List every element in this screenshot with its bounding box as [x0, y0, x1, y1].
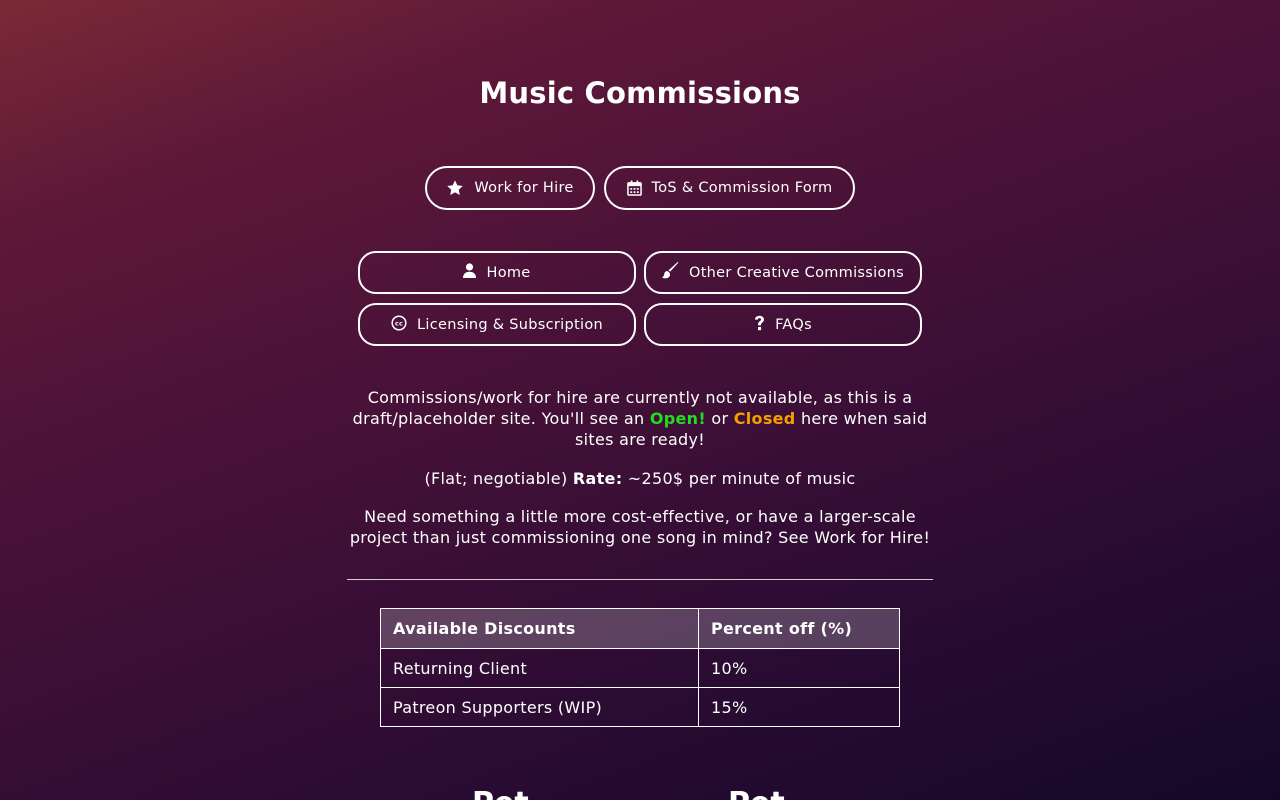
upsell-text: Need something a little more cost-effect…	[349, 507, 931, 547]
status-open-badge: Open!	[649, 409, 706, 428]
rate-value: ~250$ per minute of music	[622, 469, 856, 488]
bottom-heading-right: Pet	[728, 786, 785, 800]
nav-home-label: Home	[486, 264, 531, 281]
rate-text: (Flat; negotiable) Rate: ~250$ per minut…	[424, 469, 856, 488]
tos-commission-form-label: ToS & Commission Form	[651, 180, 833, 196]
page: Music Commissions Work for Hire ToS & Co…	[0, 0, 1280, 800]
star-icon	[446, 179, 464, 197]
nav-licensing-subscription-label: Licensing & Subscription	[417, 316, 603, 333]
creative-commons-icon: cc	[391, 314, 407, 335]
page-title: Music Commissions	[479, 76, 801, 110]
paintbrush-icon	[661, 262, 679, 283]
table-cell: 10%	[698, 648, 900, 688]
svg-text:cc: cc	[395, 319, 403, 327]
availability-text: Commissions/work for hire are currently …	[352, 388, 928, 449]
bottom-heading-left: Pet	[472, 786, 529, 800]
status-closed-badge: Closed	[733, 409, 796, 428]
table-row: Patreon Supporters (WIP) 15%	[380, 687, 900, 727]
table-cell: Returning Client	[380, 648, 699, 688]
work-for-hire-label: Work for Hire	[474, 180, 574, 196]
nav-faqs-button[interactable]: FAQs	[644, 303, 922, 346]
nav-other-creative-commissions-button[interactable]: Other Creative Commissions	[644, 251, 922, 294]
rate-label: Rate:	[572, 469, 623, 488]
work-for-hire-button[interactable]: Work for Hire	[425, 166, 595, 210]
divider	[347, 579, 933, 580]
table-row: Returning Client 10%	[380, 648, 900, 688]
nav-other-creative-commissions-label: Other Creative Commissions	[688, 264, 904, 281]
question-icon	[754, 315, 765, 335]
table-header-row: Available Discounts Percent off (%)	[380, 608, 900, 649]
table-header: Percent off (%)	[698, 608, 900, 649]
nav-licensing-subscription-button[interactable]: cc Licensing & Subscription	[358, 303, 636, 346]
tos-commission-form-button[interactable]: ToS & Commission Form	[604, 166, 855, 210]
table-cell: Patreon Supporters (WIP)	[380, 687, 699, 727]
table-header: Available Discounts	[380, 608, 699, 649]
calendar-icon	[626, 180, 642, 196]
user-icon	[463, 263, 477, 282]
nav-faqs-label: FAQs	[775, 316, 812, 333]
discounts-table: Available Discounts Percent off (%) Retu…	[380, 608, 900, 727]
table-cell: 15%	[698, 687, 900, 727]
nav-home-button[interactable]: Home	[358, 251, 636, 294]
